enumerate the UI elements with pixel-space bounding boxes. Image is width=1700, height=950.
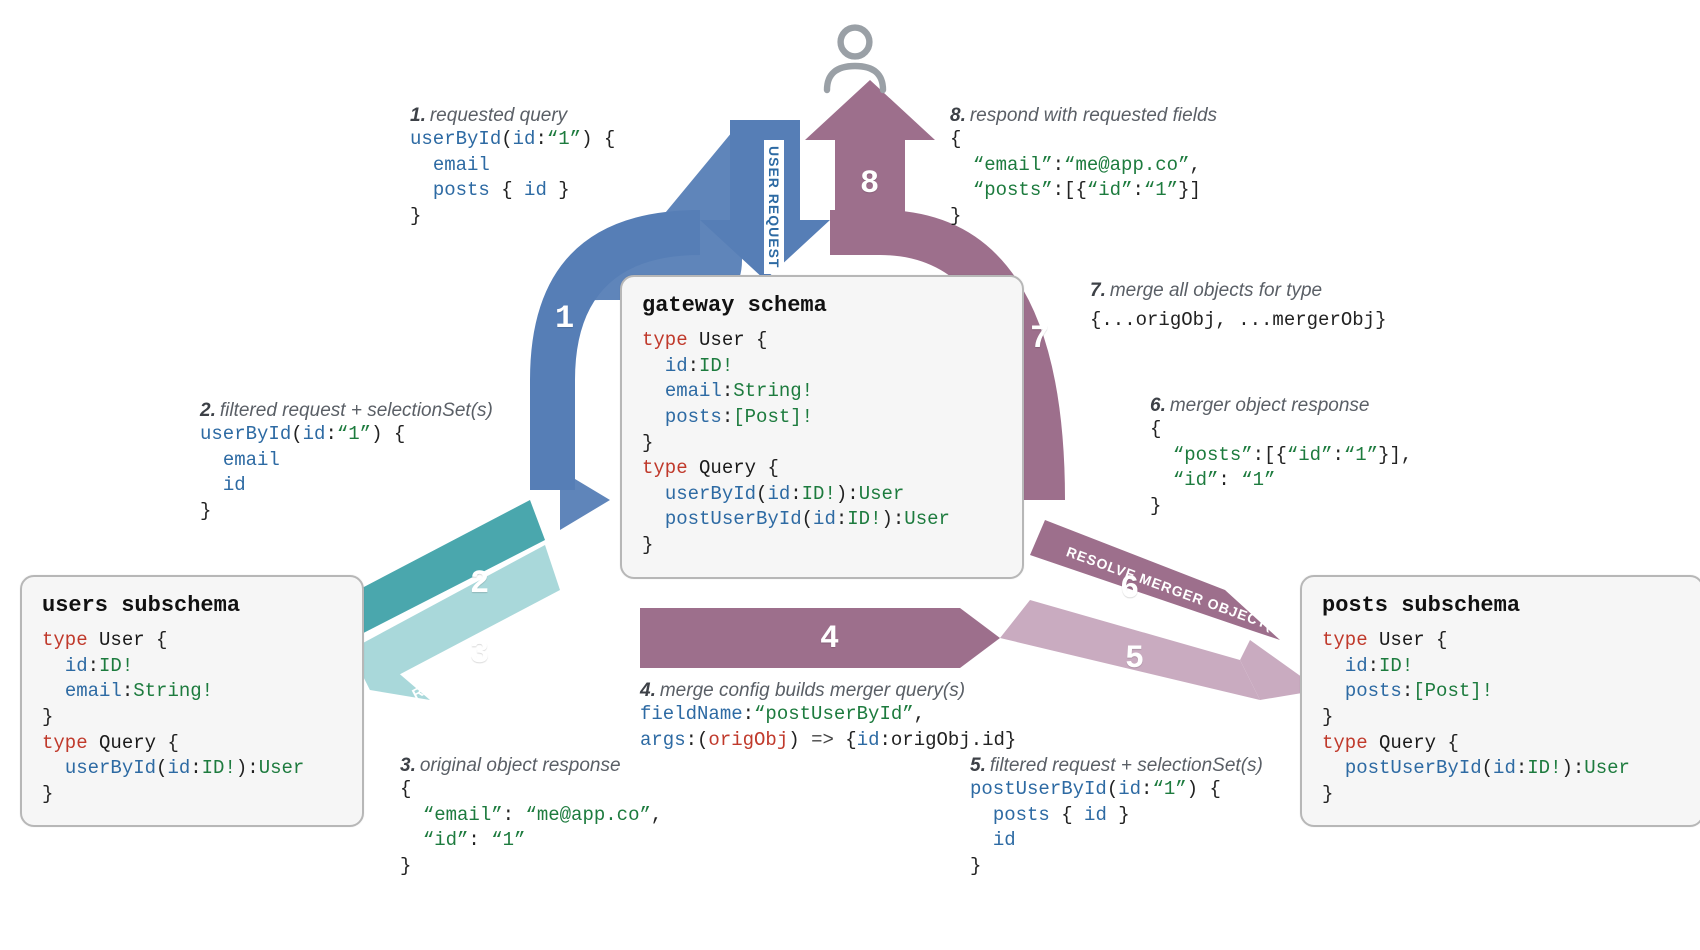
step-3-caption: 3.original object response bbox=[400, 755, 662, 777]
step-4: 4.merge config builds merger query(s) fi… bbox=[640, 680, 1016, 753]
label-resolve-merger: RESOLVE MERGER OBJECT(S) bbox=[1064, 543, 1290, 638]
stepnum-7: 7 bbox=[1030, 320, 1049, 357]
step-3: 3.original object response { “email”: “m… bbox=[400, 755, 662, 880]
step-6-caption: 6.merger object response bbox=[1150, 395, 1412, 417]
step-5-code: postUserById(id:“1”) { posts { id } id } bbox=[970, 777, 1263, 880]
gateway-schema-card: gateway schema type User { id:ID! email:… bbox=[620, 275, 1024, 579]
user-icon bbox=[815, 18, 895, 103]
step-5-caption: 5.filtered request + selectionSet(s) bbox=[970, 755, 1263, 777]
label-resolve-original: RESOLVE ORIGINAL OBJECT bbox=[409, 584, 612, 702]
step-8-code: { “email”:“me@app.co”, “posts”:[{“id”:“1… bbox=[950, 127, 1217, 230]
stepnum-3: 3 bbox=[470, 635, 489, 672]
posts-subschema-title: posts subschema bbox=[1322, 593, 1682, 618]
step-6: 6.merger object response { “posts”:[{“id… bbox=[1150, 395, 1412, 520]
stepnum-4: 4 bbox=[820, 620, 839, 657]
step-2-code: userById(id:“1”) { email id } bbox=[200, 422, 493, 525]
step-7: 7.merge all objects for type {...origObj… bbox=[1090, 280, 1386, 334]
gateway-schema-body: type User { id:ID! email:String! posts:[… bbox=[642, 328, 1002, 559]
step-4-caption: 4.merge config builds merger query(s) bbox=[640, 680, 1016, 702]
users-subschema-title: users subschema bbox=[42, 593, 342, 618]
step-8-caption: 8.respond with requested fields bbox=[950, 105, 1217, 127]
posts-subschema-body: type User { id:ID! posts:[Post]! } type … bbox=[1322, 628, 1682, 807]
step-2: 2.filtered request + selectionSet(s) use… bbox=[200, 400, 493, 525]
stepnum-2: 2 bbox=[470, 565, 489, 602]
gateway-schema-title: gateway schema bbox=[642, 293, 1002, 318]
step-6-code: { “posts”:[{“id”:“1”}], “id”: “1” } bbox=[1150, 417, 1412, 520]
stepnum-5: 5 bbox=[1125, 640, 1144, 677]
stepnum-1: 1 bbox=[555, 300, 574, 337]
step-1: 1.requested query userById(id:“1”) { ema… bbox=[410, 105, 615, 230]
step-5: 5.filtered request + selectionSet(s) pos… bbox=[970, 755, 1263, 880]
stepnum-8: 8 bbox=[860, 165, 879, 202]
stepnum-6: 6 bbox=[1120, 570, 1139, 607]
users-subschema-body: type User { id:ID! email:String! } type … bbox=[42, 628, 342, 807]
step-1-code: userById(id:“1”) { email posts { id } } bbox=[410, 127, 615, 230]
step-1-caption: 1.requested query bbox=[410, 105, 615, 127]
step-7-code: {...origObj, ...mergerObj} bbox=[1090, 308, 1386, 334]
step-7-caption: 7.merge all objects for type bbox=[1090, 280, 1386, 302]
step-4-code: fieldName:“postUserById”, args:(origObj)… bbox=[640, 702, 1016, 753]
step-3-code: { “email”: “me@app.co”, “id”: “1” } bbox=[400, 777, 662, 880]
step-2-caption: 2.filtered request + selectionSet(s) bbox=[200, 400, 493, 422]
label-user-request: USER REQUEST bbox=[764, 140, 784, 274]
posts-subschema-card: posts subschema type User { id:ID! posts… bbox=[1300, 575, 1700, 827]
step-8: 8.respond with requested fields { “email… bbox=[950, 105, 1217, 230]
users-subschema-card: users subschema type User { id:ID! email… bbox=[20, 575, 364, 827]
